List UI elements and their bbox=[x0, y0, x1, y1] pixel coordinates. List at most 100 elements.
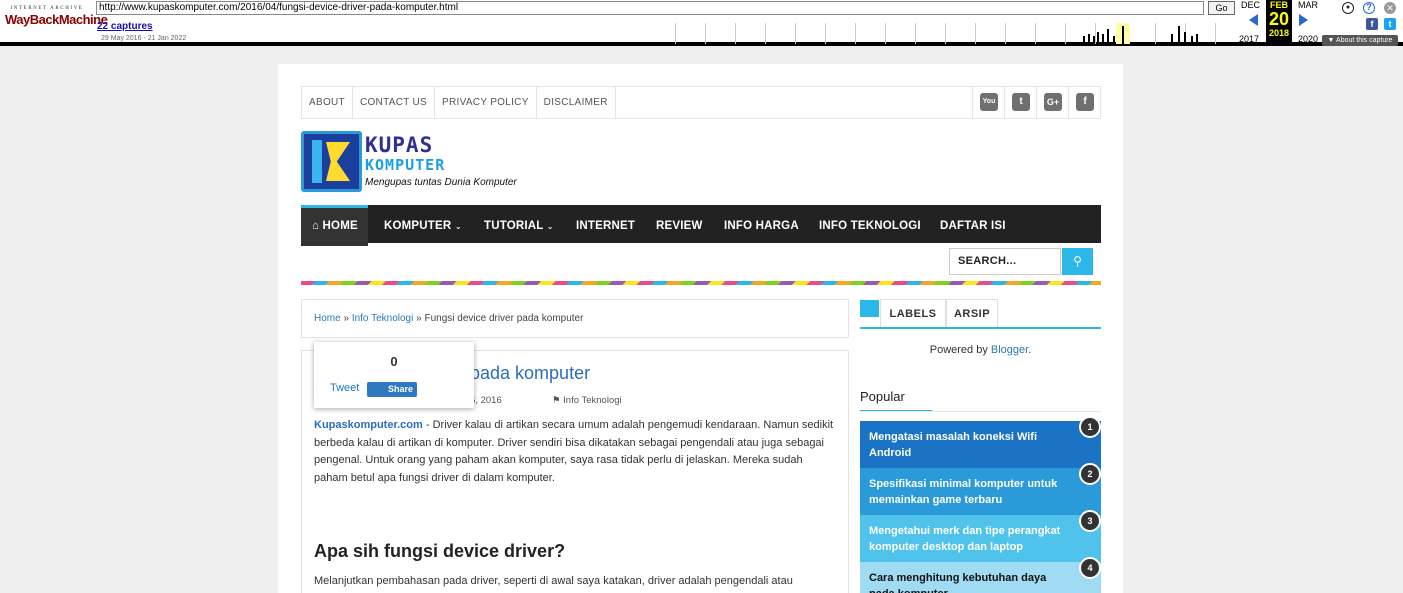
wayback-next-month[interactable]: MAR bbox=[1298, 0, 1318, 10]
wayback-next-year[interactable]: 2020 bbox=[1298, 34, 1318, 44]
post-title-text: pada komputer bbox=[470, 363, 591, 383]
year-divider bbox=[1215, 23, 1216, 44]
popular-item-title: Spesifikasi minimal komputer untuk memai… bbox=[869, 478, 1058, 506]
toplink-about[interactable]: ABOUT bbox=[302, 87, 353, 118]
wayback-logo-main: WayBackMachine bbox=[5, 12, 108, 27]
post-site-name[interactable]: Kupaskomputer.com bbox=[314, 419, 423, 431]
nav-home-label: HOME bbox=[322, 220, 358, 232]
user-icon[interactable]: ● bbox=[1342, 2, 1354, 14]
nav-info-teknologi[interactable]: INFO TEKNOLOGI bbox=[819, 208, 921, 246]
year-divider bbox=[1005, 23, 1006, 44]
popular-item-3[interactable]: Mengetahui merk dan tipe perangkat kompu… bbox=[860, 515, 1101, 562]
wayback-url-input[interactable]: http://www.kupaskomputer.com/2016/04/fun… bbox=[96, 1, 1204, 15]
tab-labels[interactable]: LABELS bbox=[880, 299, 946, 327]
wayback-captures-link[interactable]: 22 captures bbox=[97, 21, 153, 32]
search-button[interactable]: ⚲ bbox=[1062, 248, 1093, 275]
blogger-link[interactable]: Blogger bbox=[991, 344, 1028, 356]
powered-suffix: . bbox=[1028, 344, 1032, 356]
toplink-disclaimer[interactable]: DISCLAIMER bbox=[537, 87, 616, 118]
popular-item-title: Mengatasi masalah koneksi Wifi Android bbox=[869, 431, 1038, 459]
wayback-next-arrow-icon[interactable] bbox=[1299, 14, 1308, 26]
capture-bar bbox=[1107, 29, 1109, 44]
breadcrumb-separator: » bbox=[413, 313, 425, 324]
wayback-prev-arrow-icon[interactable] bbox=[1249, 14, 1258, 26]
year-divider bbox=[705, 23, 706, 44]
popular-rank-badge: 4 bbox=[1079, 557, 1101, 579]
post-category[interactable]: ⚑ Info Teknologi bbox=[552, 395, 622, 406]
wayback-prev-year[interactable]: 2017 bbox=[1239, 34, 1259, 44]
popular-item-4[interactable]: Cara menghitung kebutuhan daya pada komp… bbox=[860, 562, 1101, 593]
tweet-button[interactable]: Tweet bbox=[330, 382, 359, 394]
nav-daftar-isi[interactable]: DAFTAR ISI bbox=[940, 208, 1006, 246]
popular-rank-badge: 1 bbox=[1079, 416, 1101, 438]
facebook-share-icon[interactable]: f bbox=[1366, 18, 1378, 30]
twitter-link[interactable]: t bbox=[1004, 87, 1036, 118]
about-capture-button[interactable]: ▼ About this capture bbox=[1322, 35, 1398, 46]
chevron-down-icon: ⌄ bbox=[454, 222, 462, 231]
site-logo[interactable]: KUPAS KOMPUTER Mengupas tuntas Dunia Kom… bbox=[301, 131, 517, 195]
wayback-current-day: 20 bbox=[1268, 9, 1290, 29]
nav-tutorial[interactable]: TUTORIAL ⌄ bbox=[484, 208, 554, 246]
logo-k-icon bbox=[301, 131, 362, 192]
rainbow-divider bbox=[301, 281, 1101, 285]
google-plus-link[interactable]: G+ bbox=[1036, 87, 1068, 118]
nav-internet[interactable]: INTERNET bbox=[576, 208, 635, 246]
popular-rank-badge: 3 bbox=[1079, 510, 1101, 532]
share-popup: 0 Tweet Share bbox=[314, 342, 474, 408]
year-divider bbox=[735, 23, 736, 44]
toplink-contact[interactable]: CONTACT US bbox=[353, 87, 436, 118]
year-divider bbox=[765, 23, 766, 44]
wayback-go-button[interactable]: Go bbox=[1208, 1, 1235, 15]
facebook-link[interactable]: f bbox=[1068, 87, 1100, 118]
wayback-current-capture: FEB 20 2018 bbox=[1266, 0, 1292, 46]
search-row: SEARCH... ⚲ bbox=[301, 243, 1101, 281]
share-count: 0 bbox=[390, 354, 398, 369]
year-divider bbox=[915, 23, 916, 44]
twitter-share-icon[interactable]: t bbox=[1384, 18, 1396, 30]
popular-item-2[interactable]: Spesifikasi minimal komputer untuk memai… bbox=[860, 468, 1101, 515]
tab-arsip[interactable]: ARSIP bbox=[946, 299, 998, 327]
logo-line2: KOMPUTER bbox=[365, 156, 446, 174]
facebook-share-button[interactable]: Share bbox=[367, 382, 417, 397]
nav-tutorial-label: TUTORIAL bbox=[484, 220, 544, 232]
post-category-label: Info Teknologi bbox=[563, 395, 622, 406]
popular-item-title: Cara menghitung kebutuhan daya pada komp… bbox=[869, 572, 1047, 593]
popular-item-1[interactable]: Mengatasi masalah koneksi Wifi Android bbox=[860, 421, 1101, 468]
close-icon[interactable]: ✕ bbox=[1384, 2, 1396, 14]
nav-review[interactable]: REVIEW bbox=[656, 208, 703, 246]
nav-komputer-label: KOMPUTER bbox=[384, 220, 452, 232]
wayback-toolbar: INTERNET ARCHIVE WayBackMachine http://w… bbox=[0, 0, 1403, 46]
blog-page: ABOUT CONTACT US PRIVACY POLICY DISCLAIM… bbox=[278, 64, 1123, 593]
wayback-logo[interactable]: INTERNET ARCHIVE WayBackMachine bbox=[5, 6, 108, 27]
post-heading: Apa sih fungsi device driver? bbox=[314, 541, 566, 561]
capture-bar bbox=[1102, 34, 1104, 44]
wayback-sparkline[interactable] bbox=[650, 23, 1240, 44]
social-icons: You t G+ f bbox=[972, 87, 1100, 118]
tab-accent bbox=[860, 300, 879, 317]
toplink-privacy[interactable]: PRIVACY POLICY bbox=[435, 87, 537, 118]
twitter-icon: t bbox=[1012, 93, 1030, 111]
breadcrumb-separator: » bbox=[340, 313, 352, 324]
search-input[interactable]: SEARCH... bbox=[949, 248, 1061, 275]
help-icon[interactable]: ? bbox=[1363, 2, 1375, 14]
home-icon: ⌂ bbox=[312, 220, 323, 232]
wayback-prev-month[interactable]: DEC bbox=[1241, 0, 1260, 10]
wayback-capture-range: 29 May 2016 - 21 Jan 2022 bbox=[101, 35, 187, 42]
nav-komputer[interactable]: KOMPUTER ⌄ bbox=[384, 208, 462, 246]
nav-home[interactable]: ⌂ HOME bbox=[301, 205, 368, 246]
breadcrumb-current: Fungsi device driver pada komputer bbox=[424, 313, 584, 324]
capture-bar bbox=[1083, 36, 1085, 44]
year-divider bbox=[1035, 23, 1036, 44]
about-capture-label: About this capture bbox=[1336, 37, 1393, 44]
breadcrumb-home[interactable]: Home bbox=[314, 313, 341, 324]
nav-info-harga[interactable]: INFO HARGA bbox=[724, 208, 799, 246]
popular-item-title: Mengetahui merk dan tipe perangkat kompu… bbox=[869, 525, 1061, 553]
year-divider bbox=[675, 23, 676, 44]
capture-bar bbox=[1184, 32, 1186, 44]
capture-bar bbox=[1196, 34, 1198, 44]
logo-line1: KUPAS bbox=[365, 133, 434, 157]
youtube-link[interactable]: You bbox=[972, 87, 1004, 118]
breadcrumb-category[interactable]: Info Teknologi bbox=[352, 313, 414, 324]
year-divider bbox=[945, 23, 946, 44]
year-divider bbox=[1155, 23, 1156, 44]
